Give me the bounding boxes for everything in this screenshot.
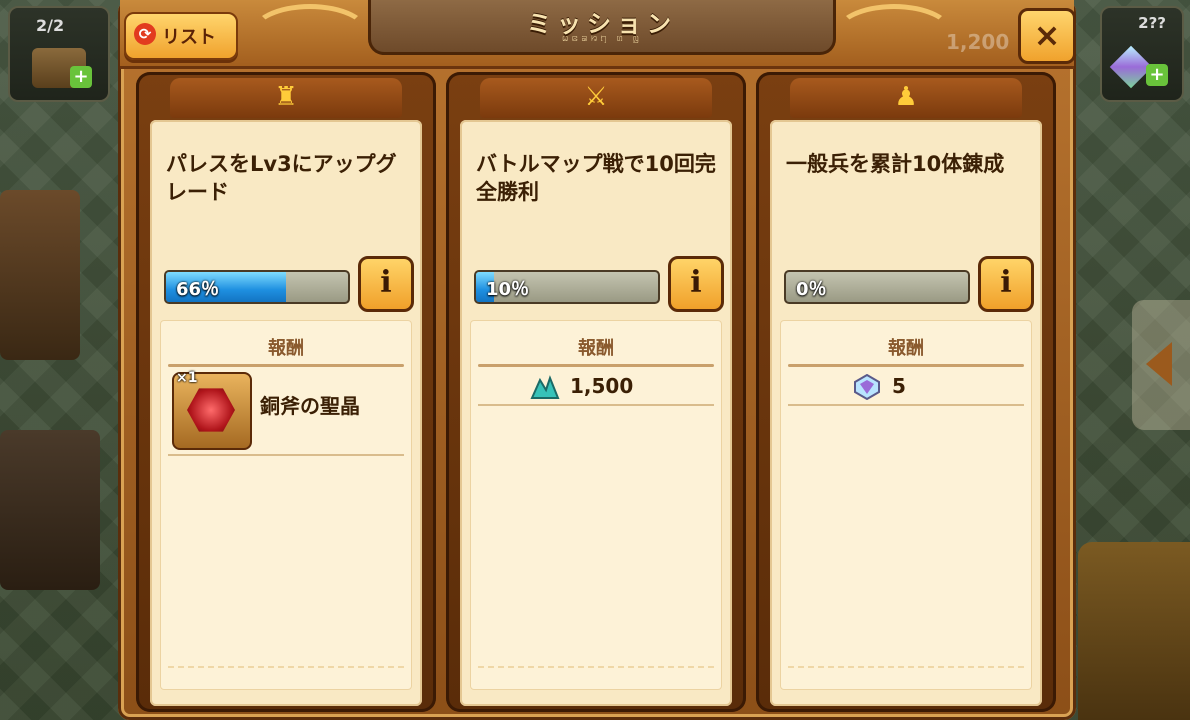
list-button-label: リスト [162, 27, 216, 48]
gem-icon [854, 374, 880, 400]
mission-panel: 一般兵を累計10体錬成 0％ i 報酬 5 [770, 120, 1042, 706]
reward-amount: 1,500 [570, 374, 634, 398]
divider [168, 454, 404, 456]
progress-label: 66％ [176, 279, 220, 300]
reward-quantity: ×1 [176, 370, 198, 386]
list-button[interactable]: ⟳ リスト [124, 12, 238, 60]
add-builder-button[interactable]: + [70, 66, 92, 88]
close-button[interactable]: × [1018, 8, 1076, 64]
reward-name: 銅斧の聖晶 [260, 394, 360, 418]
divider [478, 364, 714, 367]
mission-description: 一般兵を累計10体錬成 [786, 152, 1005, 176]
divider [788, 364, 1024, 367]
horn-ornament-right [834, 4, 954, 64]
mission-header: ミッション ꤗꤕꤘꤙꤚ ꤛ ꤜ [120, 0, 1074, 69]
arrow-left-icon [1146, 342, 1172, 386]
reward-amount: 5 [892, 374, 906, 398]
info-button[interactable]: i [358, 256, 414, 312]
background-number: 1,200 [946, 30, 1010, 54]
decorative-border [478, 666, 714, 682]
mission-category-tab: ⚔ [480, 78, 712, 118]
horn-ornament-left [250, 4, 370, 64]
side-panel-toggle[interactable] [1132, 300, 1190, 430]
reward-area [780, 320, 1032, 690]
background-building [0, 430, 100, 590]
reward-title: 報酬 [268, 338, 304, 359]
add-gem-button[interactable]: + [1146, 64, 1168, 86]
reward-title: 報酬 [578, 338, 614, 359]
hud-builder-counter[interactable]: 2/2 + [8, 6, 110, 102]
mission-category-tab: ♜ [170, 78, 402, 118]
progress-bar: 10％ [474, 270, 660, 304]
reward-title: 報酬 [888, 338, 924, 359]
mission-description: バトルマップ戦で10回完全勝利 [476, 152, 716, 204]
title-rune: ꤗꤕꤘꤙꤚ ꤛ ꤜ [561, 31, 643, 44]
reward-item[interactable]: ×1 [172, 370, 252, 450]
mission-card: ♟ 一般兵を累計10体錬成 0％ i 報酬 5 [756, 72, 1056, 712]
progress-bar: 0％ [784, 270, 970, 304]
decorative-border [788, 666, 1024, 682]
info-button[interactable]: i [978, 256, 1034, 312]
battle-button[interactable] [1078, 542, 1190, 720]
progress-bar: 66％ [164, 270, 350, 304]
progress-label: 10％ [486, 279, 530, 300]
title-plate: ミッション ꤗꤕꤘꤙꤚ ꤛ ꤜ [368, 0, 836, 55]
mission-description: パレスをLv3にアップグレード [166, 152, 397, 204]
crystal-icon [187, 388, 235, 432]
info-button[interactable]: i [668, 256, 724, 312]
refresh-icon: ⟳ [134, 23, 156, 45]
divider [168, 364, 404, 367]
mission-panel: パレスをLv3にアップグレード 66％ i 報酬 ×1 銅斧の聖晶 [150, 120, 422, 706]
mission-card: ⚔ バトルマップ戦で10回完全勝利 10％ i 報酬 1,500 [446, 72, 746, 712]
close-icon: × [1033, 16, 1061, 54]
divider [478, 404, 714, 406]
builder-count: 2/2 [36, 16, 65, 35]
mission-panel: バトルマップ戦で10回完全勝利 10％ i 報酬 1,500 [460, 120, 732, 706]
hud-gem-counter[interactable]: 2?? + [1100, 6, 1184, 102]
decorative-border [168, 666, 404, 682]
crossed-swords-icon: ⚔ [584, 82, 608, 112]
mission-card: ♜ パレスをLv3にアップグレード 66％ i 報酬 ×1 銅斧の聖晶 [136, 72, 436, 712]
background-building [0, 190, 80, 360]
gem-count: 2?? [1138, 14, 1166, 32]
palace-icon: ♜ [274, 82, 298, 112]
mission-category-tab: ♟ [790, 78, 1022, 118]
divider [788, 404, 1024, 406]
crystal-pile-icon [530, 375, 560, 399]
progress-label: 0％ [796, 279, 827, 300]
soldier-icon: ♟ [894, 82, 918, 112]
